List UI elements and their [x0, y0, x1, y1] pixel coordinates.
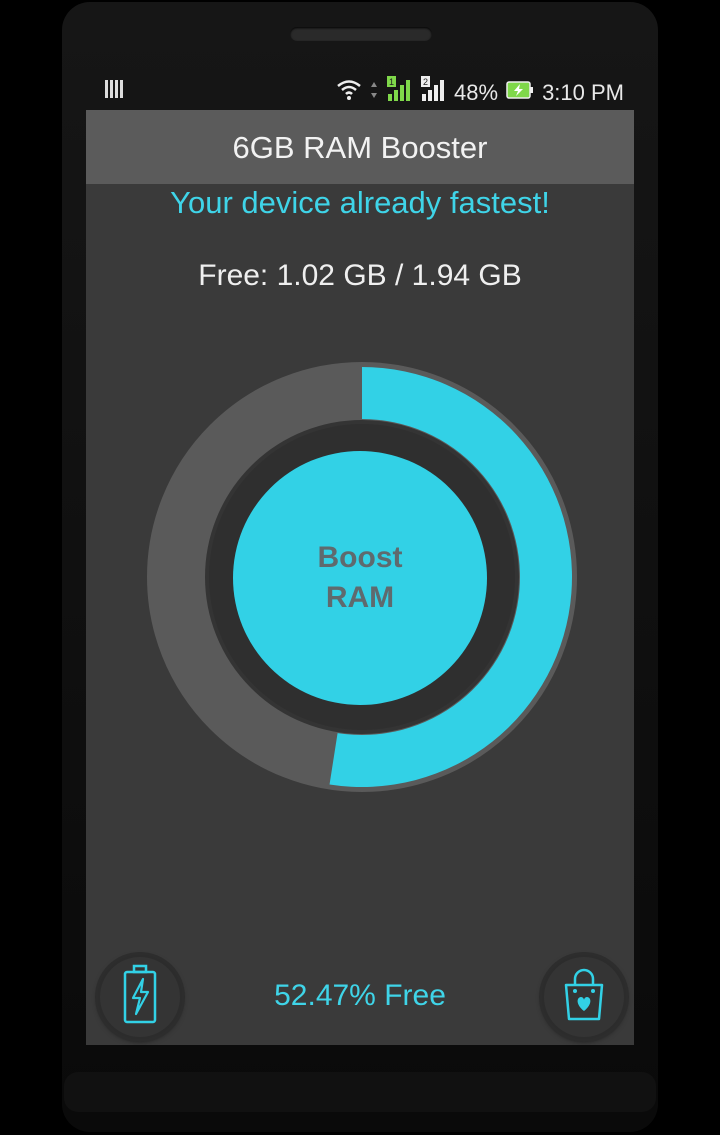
boost-ram-button[interactable]: Boost RAM	[233, 451, 487, 705]
shop-button[interactable]	[542, 955, 626, 1039]
battery-charging-icon	[506, 79, 534, 107]
svg-text:1: 1	[389, 77, 394, 87]
status-bar: 1 2 48% 3:10 PM	[86, 72, 634, 108]
boost-label-line1: Boost	[317, 541, 403, 574]
app-screen: 6GB RAM Booster Your device already fast…	[86, 110, 634, 1045]
battery-percent: 48%	[454, 79, 499, 105]
notification-bars-icon	[104, 78, 126, 106]
free-memory-info: Free: 1.02 GB / 1.94 GB	[198, 259, 522, 292]
wifi-icon	[336, 77, 362, 108]
boost-label-line2: RAM	[325, 581, 395, 614]
data-arrows-icon	[370, 79, 378, 107]
status-message: Your device already fastest!	[170, 185, 550, 220]
phone-speaker	[290, 27, 432, 41]
shopping-bag-heart-icon	[561, 967, 607, 1028]
svg-text:2: 2	[423, 77, 428, 87]
app-title: 6GB RAM Booster	[86, 110, 634, 184]
signal-sim2-icon: 2	[420, 76, 446, 109]
signal-sim1-icon: 1	[386, 76, 412, 109]
phone-bottom-bezel	[64, 1072, 656, 1112]
clock: 3:10 PM	[542, 79, 624, 105]
